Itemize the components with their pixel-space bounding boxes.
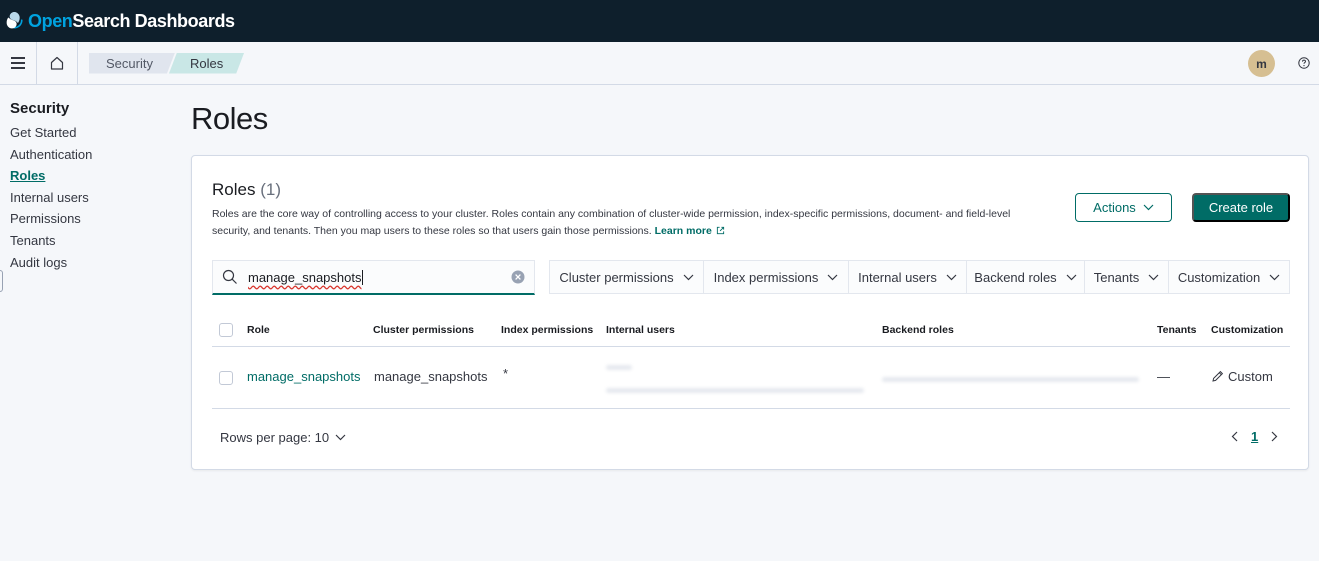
actions-button[interactable]: Actions bbox=[1075, 193, 1172, 222]
column-cluster-permissions: Cluster permissions bbox=[373, 324, 474, 336]
filter-internal-users[interactable]: Internal users bbox=[849, 261, 967, 293]
roles-table: Role Cluster permissions Index permissio… bbox=[212, 316, 1290, 409]
filter-tenants[interactable]: Tenants bbox=[1085, 261, 1169, 293]
panel-title-text: Roles bbox=[212, 180, 256, 199]
external-link-icon bbox=[716, 226, 724, 235]
logo-text-open: Open bbox=[28, 10, 73, 31]
column-role[interactable]: Role bbox=[247, 324, 270, 336]
filter-label: Cluster permissions bbox=[559, 269, 674, 285]
text-cursor bbox=[362, 269, 364, 285]
chevron-right-icon[interactable] bbox=[1271, 431, 1278, 442]
redacted-internal-users bbox=[606, 388, 864, 393]
user-avatar[interactable]: m bbox=[1248, 50, 1275, 77]
roles-panel: Roles (1) Roles are the core way of cont… bbox=[191, 155, 1309, 470]
filter-group: Cluster permissions Index permissions In… bbox=[549, 260, 1290, 294]
rows-per-page[interactable]: Rows per page: 10 bbox=[220, 430, 346, 445]
filter-backend-roles[interactable]: Backend roles bbox=[967, 261, 1085, 293]
sidebar-collapse-handle[interactable] bbox=[0, 270, 3, 292]
chevron-down-icon bbox=[946, 274, 957, 280]
opensearch-logo-icon bbox=[6, 12, 23, 29]
chevron-left-icon[interactable] bbox=[1231, 431, 1238, 442]
clear-icon[interactable] bbox=[511, 270, 525, 284]
breadcrumb-roles: Roles bbox=[169, 53, 244, 74]
logo-text: OpenSearch Dashboards bbox=[28, 11, 235, 32]
help-icon[interactable] bbox=[1298, 57, 1310, 69]
page-number[interactable]: 1 bbox=[1251, 429, 1258, 444]
sidebar-item-internal-users[interactable]: Internal users bbox=[10, 187, 180, 209]
pencil-icon bbox=[1212, 370, 1224, 382]
chevron-down-icon bbox=[1148, 274, 1159, 280]
column-index-permissions: Index permissions bbox=[501, 324, 594, 336]
filter-label: Backend roles bbox=[974, 269, 1057, 285]
customization-label: Custom bbox=[1228, 369, 1273, 384]
cell-cluster-permissions: manage_snapshots bbox=[374, 369, 488, 384]
sidebar-item-get-started[interactable]: Get Started bbox=[10, 122, 180, 144]
description-line-1: Roles are the core way of controlling ac… bbox=[212, 208, 1011, 220]
cell-tenants: — bbox=[1157, 369, 1170, 384]
filter-index-permissions[interactable]: Index permissions bbox=[704, 261, 849, 293]
breadcrumb-security[interactable]: Security bbox=[89, 53, 175, 74]
sidebar-title: Security bbox=[10, 100, 70, 117]
chevron-down-icon bbox=[683, 274, 694, 280]
home-icon bbox=[50, 56, 64, 70]
roles-count: (1) bbox=[260, 180, 281, 199]
row-checkbox[interactable] bbox=[219, 371, 233, 385]
sidebar-item-roles[interactable]: Roles bbox=[10, 165, 180, 187]
pagination: 1 bbox=[1231, 429, 1278, 444]
filter-label: Tenants bbox=[1093, 269, 1140, 285]
chevron-down-icon bbox=[1066, 274, 1077, 280]
sidebar-item-audit-logs[interactable]: Audit logs bbox=[10, 252, 180, 274]
chevron-down-icon bbox=[335, 434, 346, 441]
filter-cluster-permissions[interactable]: Cluster permissions bbox=[550, 261, 704, 293]
select-all-checkbox[interactable] bbox=[219, 323, 233, 337]
filter-label: Index permissions bbox=[713, 269, 819, 285]
filter-label: Internal users bbox=[858, 269, 937, 285]
sidebar-item-permissions[interactable]: Permissions bbox=[10, 208, 180, 230]
chevron-down-icon bbox=[1143, 204, 1154, 211]
logo-text-rest: Search Dashboards bbox=[72, 10, 235, 31]
description-line-2: security, and tenants. Then you map user… bbox=[212, 225, 652, 237]
role-link[interactable]: manage_snapshots bbox=[247, 369, 360, 384]
column-internal-users: Internal users bbox=[606, 324, 675, 336]
redacted-backend-roles bbox=[882, 377, 1139, 382]
rows-per-page-label: Rows per page: 10 bbox=[220, 430, 330, 445]
top-header: OpenSearch Dashboards bbox=[0, 0, 1319, 42]
cell-customization: Custom bbox=[1211, 369, 1273, 384]
search-input[interactable]: manage_snapshots bbox=[212, 260, 535, 295]
table-row: manage_snapshots manage_snapshots * — Cu… bbox=[212, 347, 1290, 409]
table-header: Role Cluster permissions Index permissio… bbox=[212, 316, 1290, 347]
page-title: Roles bbox=[191, 101, 268, 136]
home-button[interactable] bbox=[37, 41, 78, 85]
panel-title: Roles (1) bbox=[212, 180, 281, 200]
chevron-down-icon bbox=[1269, 274, 1280, 280]
panel-description: Roles are the core way of controlling ac… bbox=[212, 206, 1062, 240]
create-role-button[interactable]: Create role bbox=[1192, 193, 1290, 222]
actions-label: Actions bbox=[1093, 200, 1136, 215]
menu-button[interactable] bbox=[0, 41, 37, 85]
breadcrumb-bar: Security Roles m bbox=[0, 41, 1319, 85]
learn-more-link[interactable]: Learn more bbox=[655, 225, 725, 237]
column-tenants: Tenants bbox=[1157, 324, 1197, 336]
filter-label: Customization bbox=[1177, 269, 1261, 285]
opensearch-logo[interactable]: OpenSearch Dashboards bbox=[6, 11, 235, 32]
sidebar-item-tenants[interactable]: Tenants bbox=[10, 230, 180, 252]
hamburger-icon bbox=[11, 57, 25, 69]
search-value: manage_snapshots bbox=[248, 269, 362, 285]
security-sidebar: Security Get Started Authentication Role… bbox=[10, 100, 180, 273]
breadcrumb: Security Roles bbox=[89, 53, 244, 74]
redacted-internal-users bbox=[606, 365, 632, 370]
learn-more-label: Learn more bbox=[654, 225, 712, 237]
filter-customization[interactable]: Customization bbox=[1169, 261, 1289, 293]
cell-index-permissions: * bbox=[503, 366, 509, 381]
chevron-down-icon bbox=[827, 274, 838, 280]
sidebar-item-authentication[interactable]: Authentication bbox=[10, 144, 180, 166]
search-icon bbox=[222, 269, 237, 284]
column-customization: Customization bbox=[1211, 324, 1284, 336]
column-backend-roles: Backend roles bbox=[882, 324, 954, 336]
